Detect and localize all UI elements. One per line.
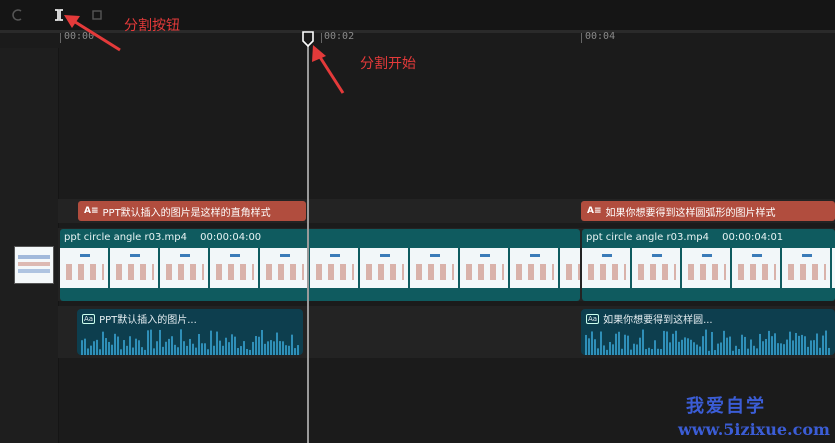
annotation-split-start: 分割开始: [360, 56, 416, 72]
annotation-arrows: [64, 15, 345, 94]
watermark-url: www.5izixue.com: [678, 420, 830, 439]
annotation-split-button: 分割按钮: [124, 18, 180, 34]
watermark-logo: 我爱自学: [686, 396, 766, 417]
